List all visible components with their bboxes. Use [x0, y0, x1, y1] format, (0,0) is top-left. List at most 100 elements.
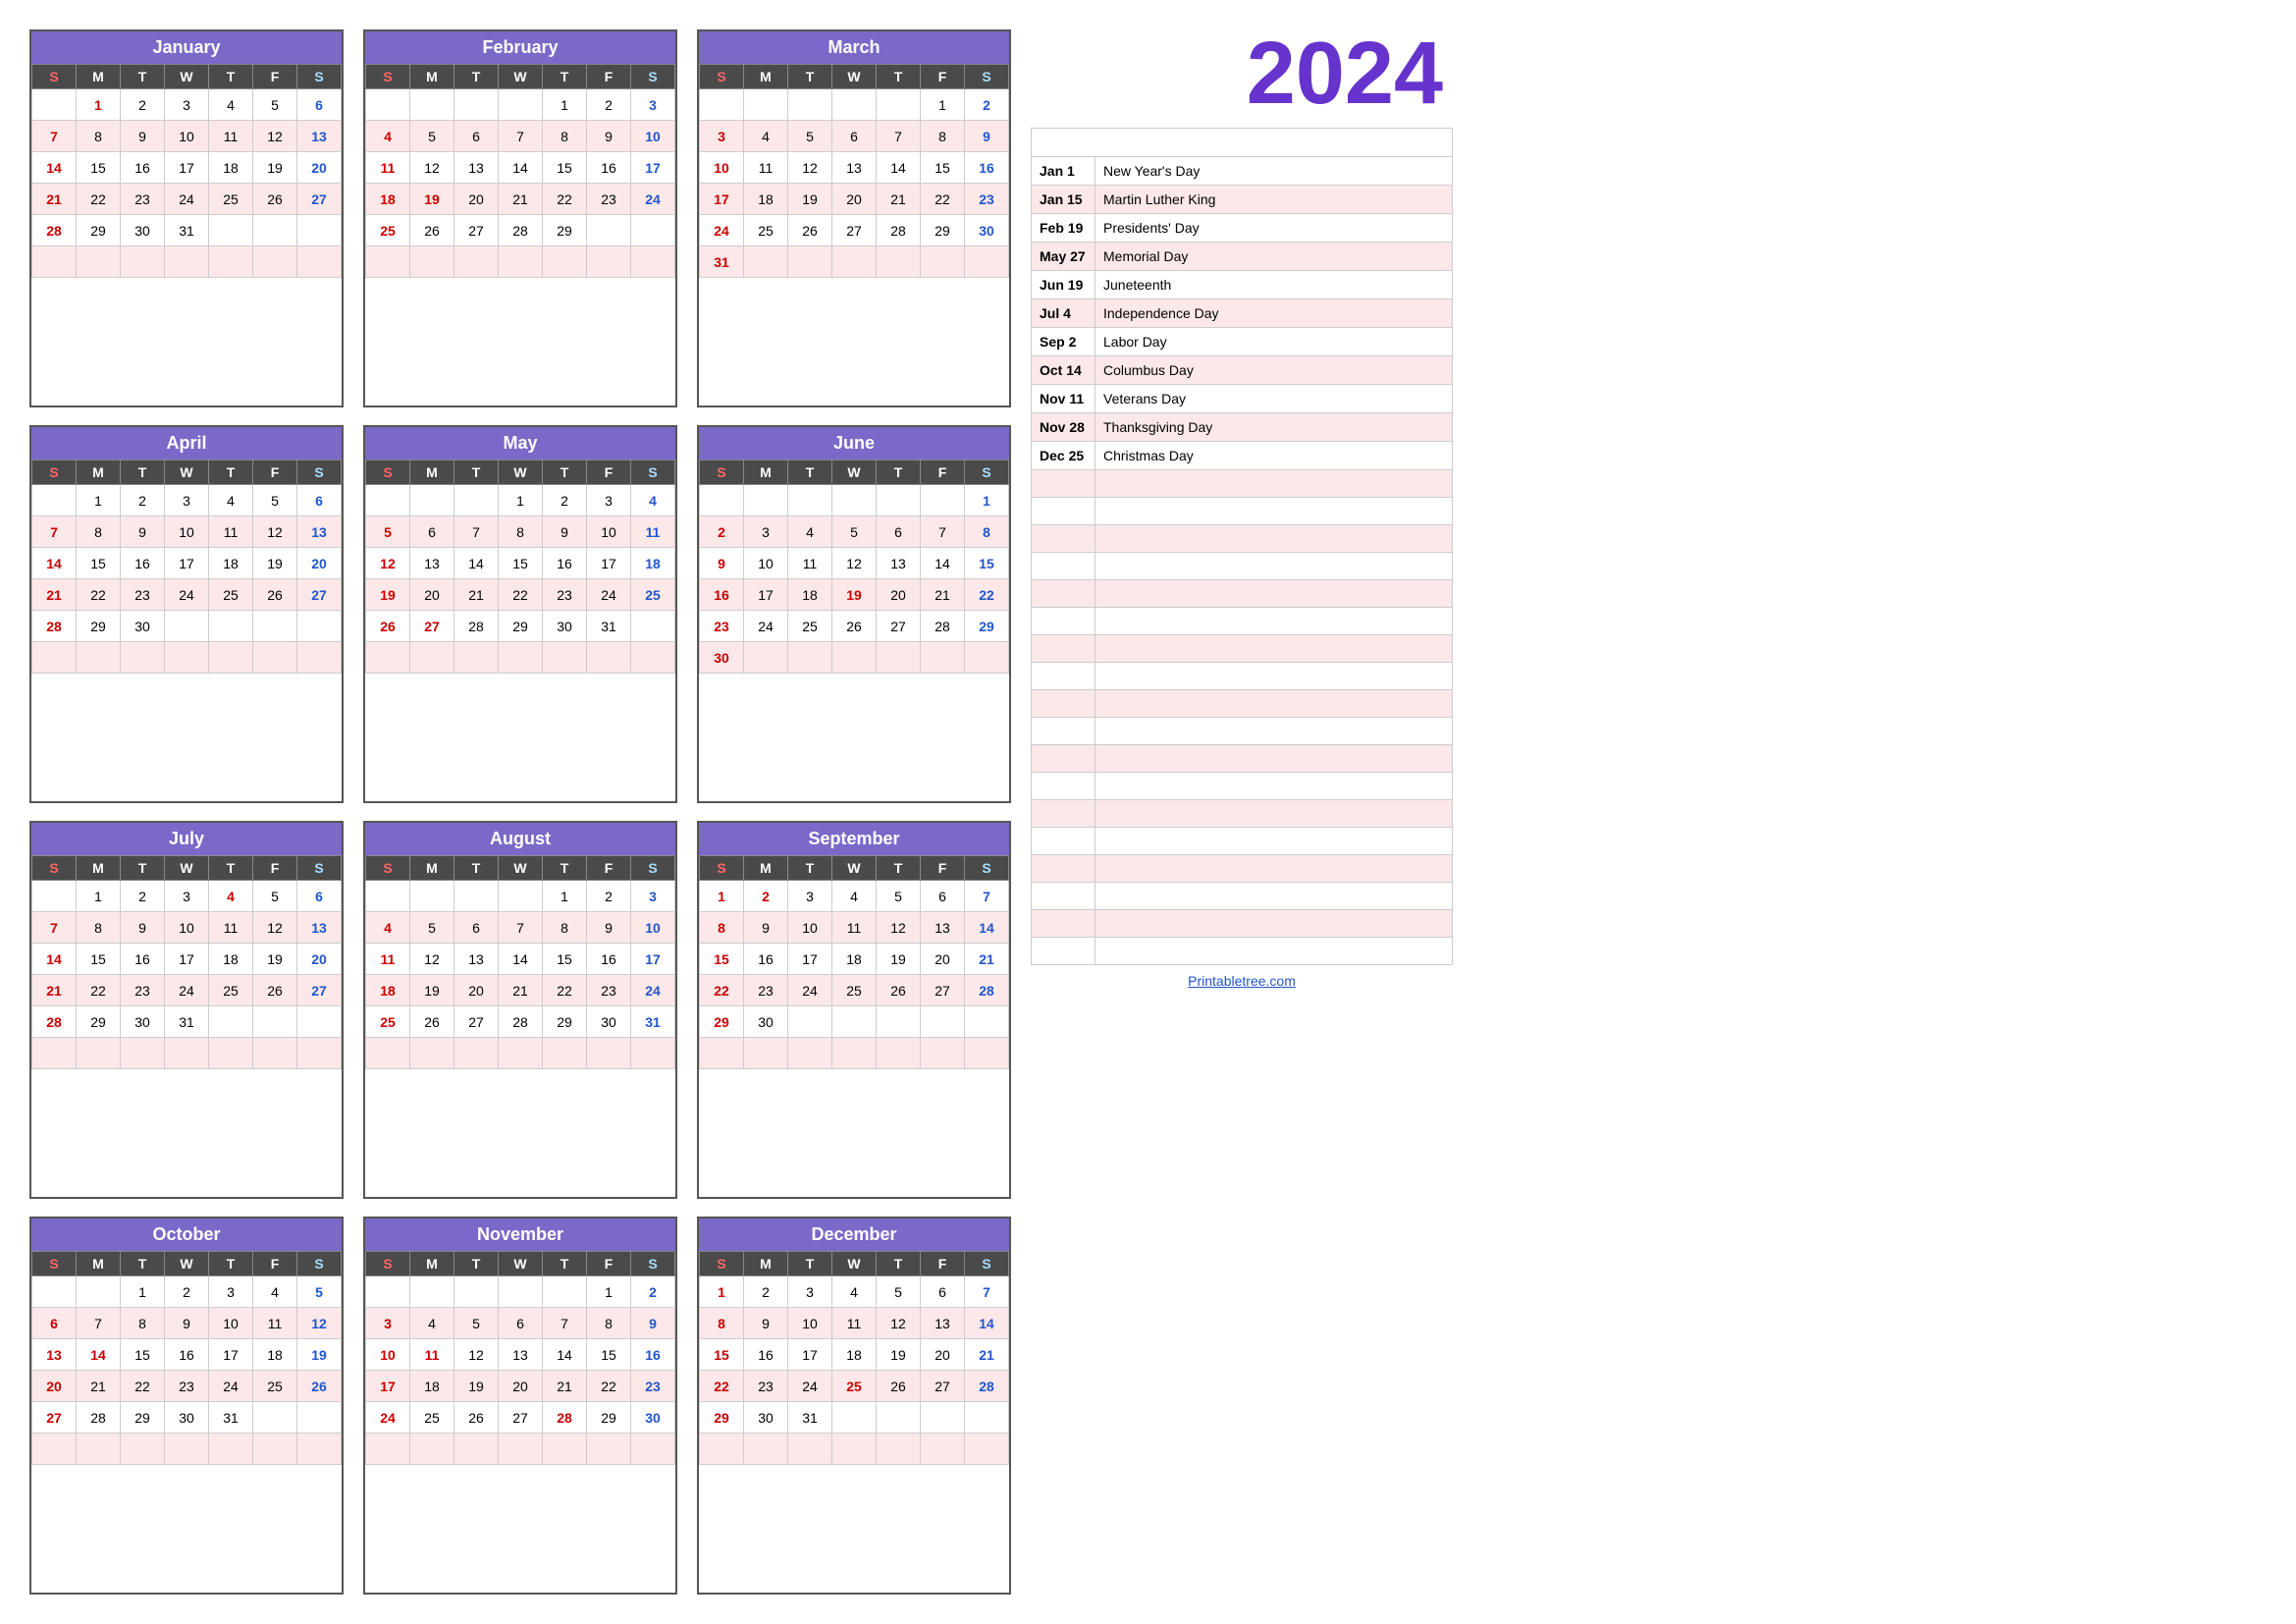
- cal-day: [965, 1402, 1009, 1434]
- cal-day: 5: [454, 1308, 499, 1339]
- cal-day: 3: [744, 516, 788, 548]
- cal-day: [121, 1434, 165, 1465]
- cal-day: 12: [877, 1308, 921, 1339]
- cal-day: 26: [253, 579, 297, 611]
- cal-day: 4: [631, 485, 675, 516]
- cal-day: [744, 1434, 788, 1465]
- cal-day: [832, 1038, 877, 1069]
- cal-day: 17: [788, 944, 832, 975]
- cal-day: 1: [965, 485, 1009, 516]
- weekday-header: F: [587, 856, 631, 881]
- empty-row: [1032, 828, 1453, 855]
- cal-day: 31: [165, 215, 209, 246]
- empty-cell: [1032, 855, 1095, 883]
- cal-day: [454, 1276, 499, 1308]
- cal-day: 3: [700, 121, 744, 152]
- cal-day: [454, 246, 499, 278]
- empty-cell: [1032, 608, 1095, 635]
- month-header-march: March: [699, 31, 1009, 64]
- holiday-name: New Year's Day: [1095, 157, 1453, 186]
- cal-day: 5: [788, 121, 832, 152]
- cal-day: 31: [631, 1006, 675, 1038]
- cal-day: 10: [631, 912, 675, 944]
- holidays-table: Federal Holidays 2024 Jan 1New Year's Da…: [1031, 128, 1453, 965]
- holiday-row: Oct 14Columbus Day: [1032, 356, 1453, 385]
- holiday-date: Sep 2: [1032, 328, 1095, 356]
- weekday-header: W: [165, 460, 209, 485]
- holiday-name: Columbus Day: [1095, 356, 1453, 385]
- cal-day: [788, 246, 832, 278]
- cal-day: 11: [366, 944, 410, 975]
- cal-day: 6: [410, 516, 454, 548]
- cal-day: [297, 611, 342, 642]
- cal-day: 13: [921, 912, 965, 944]
- cal-day: [832, 1006, 877, 1038]
- cal-day: 21: [454, 579, 499, 611]
- cal-day: 28: [965, 1371, 1009, 1402]
- cal-day: 10: [788, 1308, 832, 1339]
- cal-day: 6: [877, 516, 921, 548]
- empty-row: [1032, 470, 1453, 498]
- cal-day: [587, 215, 631, 246]
- cal-day: [499, 642, 543, 674]
- cal-day: 22: [499, 579, 543, 611]
- holiday-name: Independence Day: [1095, 299, 1453, 328]
- cal-day: 28: [877, 215, 921, 246]
- footer-link[interactable]: Printabletree.com: [1031, 973, 1453, 989]
- cal-day: [499, 246, 543, 278]
- weekday-header: T: [454, 1252, 499, 1276]
- cal-day: 17: [366, 1371, 410, 1402]
- cal-day: 17: [587, 548, 631, 579]
- cal-day: 2: [121, 485, 165, 516]
- weekday-header: F: [253, 460, 297, 485]
- cal-day: 8: [700, 912, 744, 944]
- weekday-header: M: [77, 460, 121, 485]
- cal-day: 8: [543, 912, 587, 944]
- cal-day: [209, 1434, 253, 1465]
- weekday-header: W: [499, 65, 543, 89]
- cal-day: 20: [921, 1339, 965, 1371]
- cal-day: 30: [121, 611, 165, 642]
- cal-day: 22: [921, 184, 965, 215]
- month-december: DecemberSMTWTFS1234567891011121314151617…: [697, 1217, 1011, 1595]
- cal-day: 11: [631, 516, 675, 548]
- weekday-header: S: [32, 460, 77, 485]
- cal-day: [700, 1434, 744, 1465]
- empty-row: [1032, 635, 1453, 663]
- empty-cell: [1095, 855, 1453, 883]
- cal-day: 17: [700, 184, 744, 215]
- cal-day: 13: [454, 944, 499, 975]
- month-header-august: August: [365, 823, 675, 855]
- cal-day: 30: [587, 1006, 631, 1038]
- cal-day: 28: [32, 1006, 77, 1038]
- cal-day: [499, 1434, 543, 1465]
- cal-day: [366, 881, 410, 912]
- holiday-name: Veterans Day: [1095, 385, 1453, 413]
- cal-day: 20: [297, 548, 342, 579]
- cal-day: 14: [965, 1308, 1009, 1339]
- cal-day: 8: [77, 912, 121, 944]
- cal-day: 27: [32, 1402, 77, 1434]
- empty-cell: [1032, 718, 1095, 745]
- cal-day: 29: [921, 215, 965, 246]
- cal-table-august: SMTWTFS123456789101112131415161718192021…: [365, 855, 675, 1069]
- cal-day: 6: [921, 881, 965, 912]
- weekday-header: S: [631, 1252, 675, 1276]
- month-header-december: December: [699, 1218, 1009, 1251]
- weekday-header: M: [744, 65, 788, 89]
- cal-day: 18: [366, 184, 410, 215]
- cal-day: 5: [410, 121, 454, 152]
- cal-day: 13: [297, 912, 342, 944]
- empty-row: [1032, 773, 1453, 800]
- cal-day: 16: [700, 579, 744, 611]
- weekday-header: T: [121, 1252, 165, 1276]
- cal-day: [788, 89, 832, 121]
- cal-day: 13: [297, 516, 342, 548]
- cal-day: 10: [165, 912, 209, 944]
- cal-day: 14: [454, 548, 499, 579]
- holiday-row: Nov 11Veterans Day: [1032, 385, 1453, 413]
- cal-day: 19: [410, 184, 454, 215]
- weekday-header: W: [165, 856, 209, 881]
- cal-table-june: SMTWTFS123456789101112131415161718192021…: [699, 460, 1009, 674]
- cal-day: 9: [631, 1308, 675, 1339]
